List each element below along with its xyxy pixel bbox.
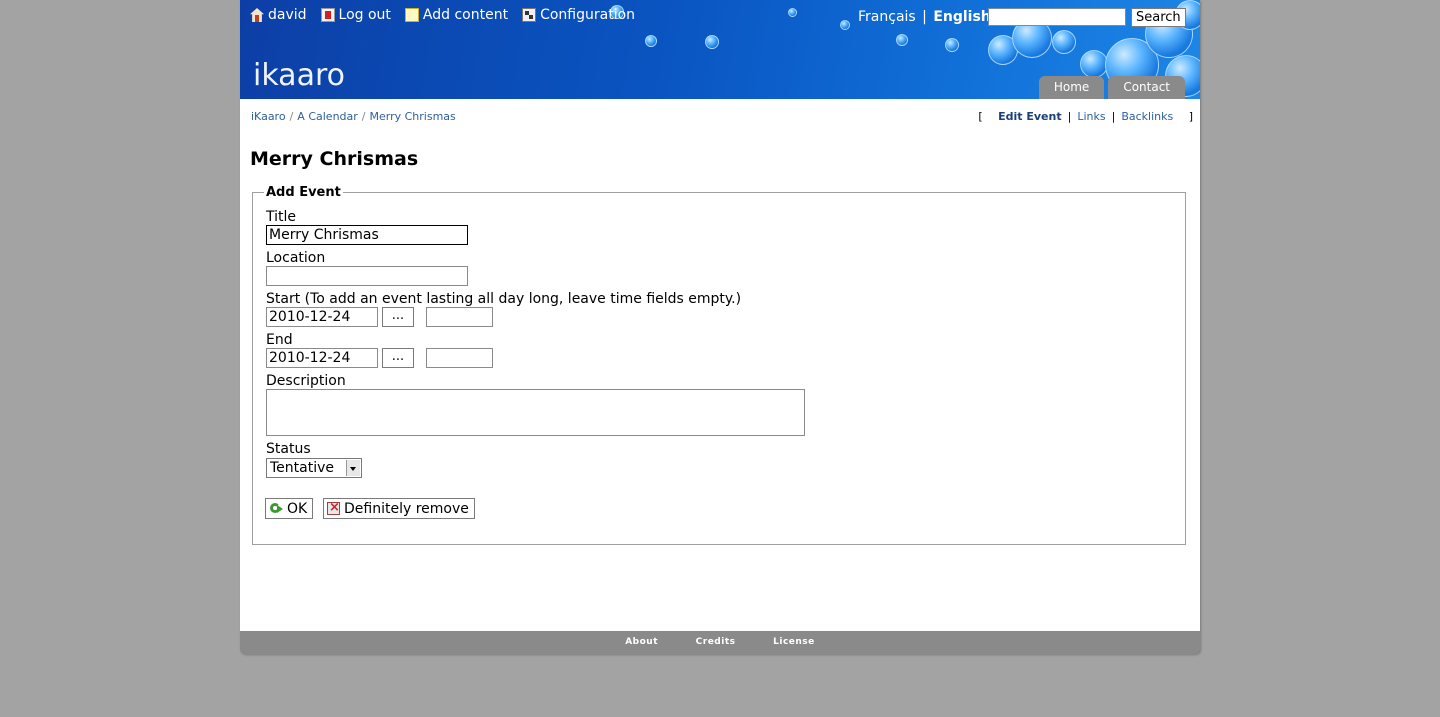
start-time-input[interactable] <box>426 307 493 327</box>
bubble-decoration <box>705 35 719 49</box>
location-input[interactable] <box>266 266 468 286</box>
actions-separator: | <box>1067 110 1072 123</box>
user-name: david <box>268 7 307 23</box>
chevron-down-icon <box>346 460 360 476</box>
page-container: david Log out Add content Configuration … <box>240 0 1200 631</box>
add-content-link[interactable]: Add content <box>404 6 509 24</box>
configuration-label: Configuration <box>540 7 636 23</box>
configuration-link[interactable]: Configuration <box>522 6 635 24</box>
language-switcher: Français | English <box>858 9 991 25</box>
bubble-decoration <box>1080 50 1108 78</box>
add-content-label: Add content <box>422 7 509 23</box>
actions-open-bracket: [ <box>978 110 983 123</box>
header-banner: david Log out Add content Configuration … <box>240 0 1200 99</box>
bubble-decoration <box>1052 30 1076 54</box>
footer-about-link[interactable]: About <box>625 637 658 647</box>
view-actions: [ Edit Event | Links | Backlinks ] <box>978 110 1193 123</box>
actions-close-bracket: ] <box>1188 110 1193 123</box>
ok-button[interactable]: OK <box>265 498 314 519</box>
location-label: Location <box>266 250 326 266</box>
actions-separator: | <box>1111 110 1116 123</box>
description-label: Description <box>266 373 346 389</box>
main-tabs: Home Contact <box>1038 76 1185 99</box>
footer: About Credits License <box>240 631 1200 654</box>
breadcrumb-item-event[interactable]: Merry Chrismas <box>370 110 456 123</box>
end-time-input[interactable] <box>426 348 493 368</box>
home-icon <box>250 8 264 22</box>
title-label: Title <box>266 209 297 225</box>
edit-event-link[interactable]: Edit Event <box>998 110 1061 123</box>
footer-links: About Credits License <box>240 637 1200 647</box>
search-button[interactable]: Search <box>1131 8 1186 27</box>
footer-credits-link[interactable]: Credits <box>696 637 736 647</box>
start-date-input[interactable]: 2010-12-24 <box>266 307 378 327</box>
end-date-picker-button[interactable]: ... <box>382 348 414 368</box>
tab-contact[interactable]: Contact <box>1108 76 1185 99</box>
user-link[interactable]: david <box>250 6 307 24</box>
status-label: Status <box>266 441 311 457</box>
backlinks-link[interactable]: Backlinks <box>1121 110 1173 123</box>
delete-icon <box>327 500 340 515</box>
footer-license-link[interactable]: License <box>773 637 815 647</box>
tab-home[interactable]: Home <box>1038 76 1105 99</box>
bubble-decoration <box>945 38 959 52</box>
start-label: Start (To add an event lasting all day l… <box>266 291 742 307</box>
end-label: End <box>266 332 293 348</box>
ok-arrow-icon <box>269 501 284 516</box>
lang-francais[interactable]: Français <box>858 9 916 25</box>
bubble-decoration <box>645 35 657 47</box>
logo[interactable]: ikaaro <box>253 58 345 93</box>
remove-label: Definitely remove <box>344 500 469 517</box>
configuration-icon <box>522 8 537 22</box>
links-link[interactable]: Links <box>1077 110 1105 123</box>
add-event-form: Add Event Title Merry Chrismas Location … <box>252 185 1186 545</box>
logout-label: Log out <box>338 7 391 23</box>
logout-link[interactable]: Log out <box>320 6 391 24</box>
breadcrumb: iKaaro / A Calendar / Merry Chrismas <box>251 110 456 123</box>
title-input[interactable]: Merry Chrismas <box>266 225 468 245</box>
breadcrumb-item-calendar[interactable]: A Calendar <box>297 110 357 123</box>
note-icon <box>404 8 419 22</box>
bubble-decoration <box>788 8 797 17</box>
status-select[interactable]: Tentative <box>266 458 362 478</box>
logout-icon <box>320 8 335 22</box>
bubble-decoration <box>896 34 908 46</box>
form-legend: Add Event <box>264 185 343 200</box>
lang-separator: | <box>922 9 927 25</box>
search-input[interactable] <box>988 8 1126 26</box>
end-date-input[interactable]: 2010-12-24 <box>266 348 378 368</box>
page-title: Merry Chrismas <box>250 148 419 170</box>
breadcrumb-separator: / <box>289 110 294 123</box>
description-textarea[interactable] <box>266 389 805 436</box>
breadcrumb-separator: / <box>361 110 366 123</box>
bubble-decoration <box>840 20 850 30</box>
breadcrumb-item-root[interactable]: iKaaro <box>251 110 286 123</box>
remove-button[interactable]: Definitely remove <box>323 498 475 519</box>
start-date-picker-button[interactable]: ... <box>382 307 414 327</box>
status-value: Tentative <box>270 460 335 476</box>
ok-label: OK <box>287 500 308 517</box>
user-nav: david Log out Add content Configuration <box>250 6 649 24</box>
lang-english[interactable]: English <box>933 9 990 25</box>
